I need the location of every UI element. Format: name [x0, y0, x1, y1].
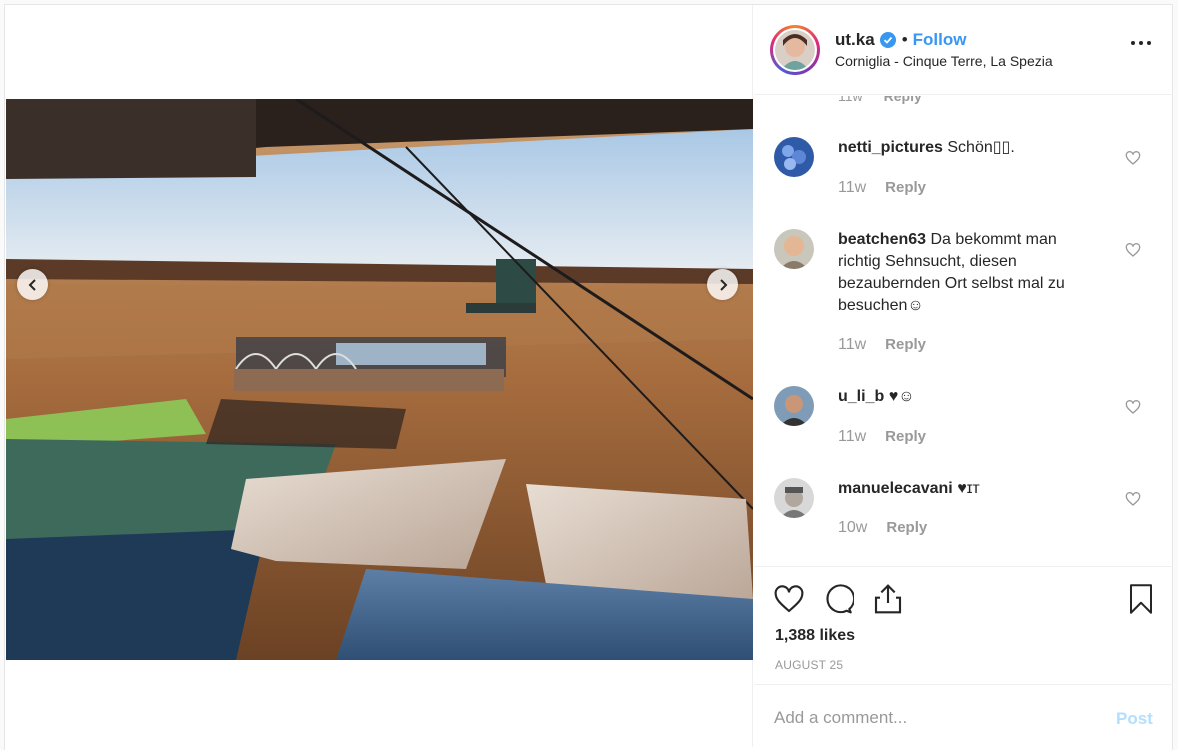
like-count[interactable]: 1,388 likes [775, 627, 855, 645]
reply-button[interactable]: Reply [886, 519, 927, 537]
comment-input[interactable] [774, 705, 1074, 731]
heart-icon[interactable] [1125, 242, 1141, 258]
comment-age: 10w [838, 519, 868, 536]
post-location[interactable]: Corniglia - Cinque Terre, La Spezia [835, 53, 1053, 69]
post-comment-button[interactable]: Post [1116, 709, 1153, 729]
comment-text: ♥☺ [888, 388, 915, 405]
comment-age: 11w [838, 428, 867, 445]
comment-age: 11w [838, 96, 863, 104]
next-image-button[interactable] [707, 269, 738, 300]
post-sidebar: ut.ka • Follow Corniglia - Cinque Terre,… [754, 5, 1173, 747]
reply-button[interactable]: Reply [884, 96, 922, 104]
verified-badge-icon [879, 32, 896, 48]
photo-image [6, 99, 753, 660]
reply-button[interactable]: Reply [885, 336, 926, 354]
heart-icon[interactable] [1125, 399, 1141, 415]
author-avatar[interactable] [770, 25, 820, 75]
comment-text: Schön▯▯. [947, 139, 1015, 156]
heart-icon[interactable] [1125, 491, 1141, 507]
commenter-avatar[interactable] [774, 386, 814, 426]
commenter-avatar[interactable] [774, 478, 814, 518]
share-button[interactable] [871, 582, 905, 616]
comment-meta: 11w Reply [838, 179, 926, 197]
comment-icon [826, 584, 854, 614]
comment-meta: 11w Reply [838, 336, 926, 354]
post-actions: 1,388 likes AUGUST 25 [754, 566, 1173, 684]
post-date[interactable]: AUGUST 25 [775, 658, 843, 672]
commenter-username[interactable]: beatchen63 [838, 231, 926, 248]
reply-button[interactable]: Reply [885, 428, 926, 446]
author-avatar-image [775, 30, 815, 70]
partial-comment-meta: 11w Reply [838, 96, 922, 104]
comments-list[interactable]: 11w Reply netti_pictures Schön▯▯. 11w Re… [754, 96, 1173, 566]
post-header: ut.ka • Follow Corniglia - Cinque Terre,… [754, 5, 1173, 95]
post-media [5, 5, 753, 747]
comment-age: 11w [838, 336, 867, 353]
commenter-avatar[interactable] [774, 229, 814, 269]
chevron-left-icon [28, 278, 36, 291]
comment-age: 11w [838, 179, 867, 196]
commenter-avatar[interactable] [774, 137, 814, 177]
author-username[interactable]: ut.ka [835, 30, 875, 50]
reply-button[interactable]: Reply [885, 179, 926, 197]
follow-button[interactable]: Follow [913, 30, 967, 50]
comment-text: ♥ɪᴛ [957, 480, 980, 497]
comment-meta: 10w Reply [838, 519, 927, 537]
previous-image-button[interactable] [17, 269, 48, 300]
comment-meta: 11w Reply [838, 428, 926, 446]
more-options-icon[interactable] [1131, 41, 1151, 45]
commenter-username[interactable]: netti_pictures [838, 139, 943, 156]
post-photo[interactable] [6, 99, 753, 660]
like-button[interactable] [772, 582, 806, 616]
save-button[interactable] [1124, 582, 1158, 616]
separator-dot: • [901, 30, 908, 49]
heart-icon[interactable] [1125, 150, 1141, 166]
post-card: ut.ka • Follow Corniglia - Cinque Terre,… [4, 4, 1173, 750]
comment-button[interactable] [821, 582, 855, 616]
chevron-right-icon [719, 278, 727, 291]
share-icon [874, 584, 902, 614]
commenter-username[interactable]: manuelecavani [838, 480, 953, 497]
add-comment-section: Post [754, 684, 1173, 747]
bookmark-icon [1130, 584, 1152, 614]
commenter-username[interactable]: u_li_b [838, 388, 884, 405]
heart-icon [774, 585, 804, 613]
